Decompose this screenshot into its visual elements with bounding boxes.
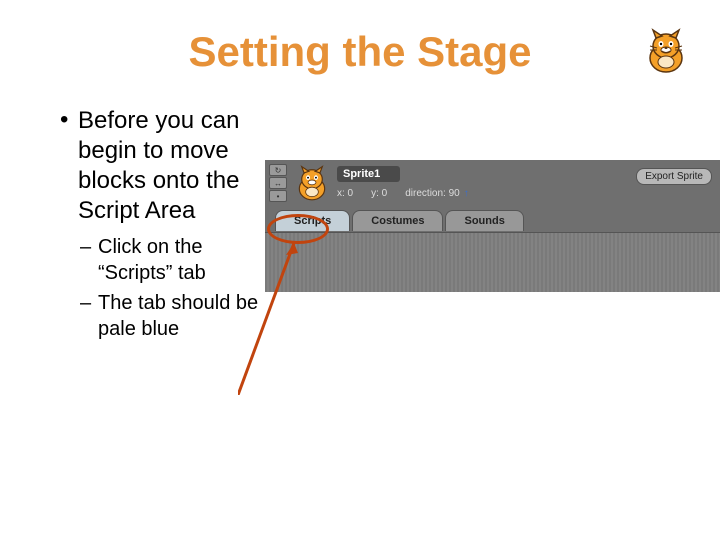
export-sprite-button[interactable]: Export Sprite [636, 168, 712, 185]
dash-marker: – [80, 290, 98, 342]
sprite-y: y: 0 [371, 188, 387, 199]
sub-bullet-2: – The tab should be pale blue [80, 290, 260, 342]
sub-bullet-1: – Click on the “Scripts” tab [80, 234, 260, 286]
bullet-main-text: Before you can begin to move blocks onto… [78, 106, 260, 226]
sub-bullet-1-text: Click on the “Scripts” tab [98, 234, 260, 286]
scratch-cat-logo [642, 28, 690, 76]
tab-scripts[interactable]: Scripts [275, 210, 350, 231]
tab-sounds[interactable]: Sounds [445, 210, 523, 231]
text-column: • Before you can begin to move blocks on… [60, 106, 260, 342]
sprite-info-row: x: 0 y: 0 direction: 90↑ [337, 188, 469, 199]
direction-arrow-icon: ↑ [464, 188, 469, 199]
dash-marker: – [80, 234, 98, 286]
rotation-style-buttons: ↻ ↔ • [269, 164, 289, 203]
sprite-thumbnail[interactable] [293, 165, 331, 203]
tab-row: Scripts Costumes Sounds [275, 210, 524, 231]
rotate-free-icon[interactable]: ↻ [269, 164, 287, 176]
sprite-x: x: 0 [337, 188, 353, 199]
bullet-main: • Before you can begin to move blocks on… [60, 106, 260, 226]
sprite-direction: direction: 90↑ [405, 188, 468, 199]
tab-costumes[interactable]: Costumes [352, 210, 443, 231]
script-area[interactable] [265, 232, 720, 292]
sub-bullet-2-text: The tab should be pale blue [98, 290, 260, 342]
bullet-marker: • [60, 106, 78, 226]
scratch-screenshot: ↻ ↔ • Sprite1 x: 0 y: 0 direction [265, 160, 720, 292]
slide-title: Setting the Stage [0, 0, 720, 76]
rotate-flip-icon[interactable]: ↔ [269, 177, 287, 189]
sprite-header: ↻ ↔ • Sprite1 x: 0 y: 0 direction [265, 160, 720, 210]
sprite-name-field[interactable]: Sprite1 [337, 166, 400, 182]
rotate-none-icon[interactable]: • [269, 190, 287, 202]
